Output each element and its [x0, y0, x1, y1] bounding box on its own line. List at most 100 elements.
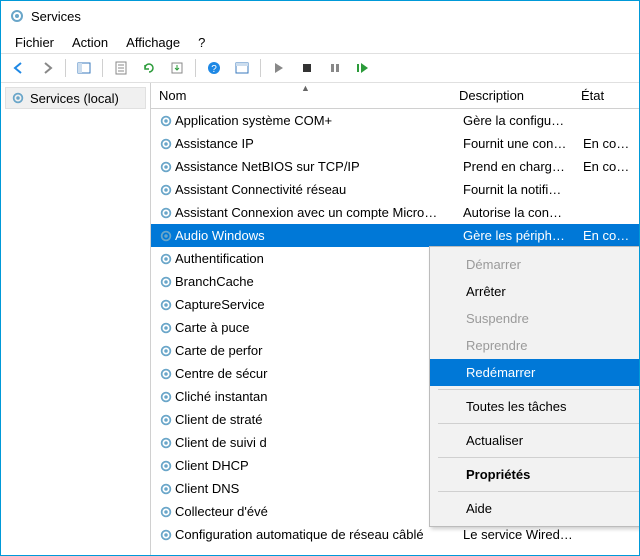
menu-item-all-tasks[interactable]: Toutes les tâches	[430, 393, 639, 420]
content-area: Services (local) ▲ Nom Description État …	[1, 83, 639, 555]
menu-file[interactable]: Fichier	[7, 33, 62, 52]
service-row[interactable]: Assistant Connectivité réseauFournit la …	[151, 178, 639, 201]
service-name: Client de suivi d	[175, 435, 463, 450]
show-hide-tree-button[interactable]	[72, 57, 96, 79]
service-icon	[157, 206, 175, 220]
service-name: Assistant Connexion avec un compte Micro…	[175, 205, 463, 220]
sidebar-item-services-local[interactable]: Services (local)	[5, 87, 146, 109]
menu-separator	[438, 423, 639, 424]
service-description: Prend en charg…	[463, 159, 583, 174]
service-description: Fournit une con…	[463, 136, 583, 151]
service-name: BranchCache	[175, 274, 463, 289]
restart-button[interactable]	[351, 57, 375, 79]
service-name: Carte à puce	[175, 320, 463, 335]
service-row[interactable]: Assistance NetBIOS sur TCP/IPPrend en ch…	[151, 155, 639, 178]
back-button[interactable]	[7, 57, 31, 79]
service-icon	[157, 298, 175, 312]
service-icon	[157, 252, 175, 266]
column-header-state[interactable]: État	[573, 84, 639, 107]
service-icon	[157, 505, 175, 519]
service-name: Centre de sécur	[175, 366, 463, 381]
service-icon	[157, 321, 175, 335]
service-name: Application système COM+	[175, 113, 463, 128]
service-icon	[157, 114, 175, 128]
menu-help[interactable]: ?	[190, 33, 213, 52]
service-row[interactable]: Application système COM+Gère la configu…	[151, 109, 639, 132]
toolbar-separator	[195, 59, 196, 77]
menu-item-pause[interactable]: Suspendre	[430, 305, 639, 332]
service-name: Client DHCP	[175, 458, 463, 473]
menu-item-refresh[interactable]: Actualiser	[430, 427, 639, 454]
service-icon	[157, 275, 175, 289]
service-name: Collecteur d'évé	[175, 504, 463, 519]
menu-item-resume[interactable]: Reprendre	[430, 332, 639, 359]
service-row[interactable]: Assistance IPFournit une con…En co…	[151, 132, 639, 155]
service-row[interactable]: Audio WindowsGère les périph…En co…	[151, 224, 639, 247]
service-row[interactable]: Assistant Connexion avec un compte Micro…	[151, 201, 639, 224]
toolbar-separator	[65, 59, 66, 77]
service-name: Audio Windows	[175, 228, 463, 243]
service-icon	[157, 229, 175, 243]
service-icon	[157, 183, 175, 197]
help-button[interactable]: ?	[202, 57, 226, 79]
toolbar-separator	[260, 59, 261, 77]
toolbar: ?	[1, 53, 639, 83]
service-name: CaptureService	[175, 297, 463, 312]
sidebar-item-label: Services (local)	[30, 91, 119, 106]
service-state: En co…	[583, 159, 639, 174]
sort-indicator-icon: ▲	[301, 83, 310, 93]
service-state: En co…	[583, 136, 639, 151]
service-icon	[157, 528, 175, 542]
service-name: Configuration automatique de réseau câbl…	[175, 527, 463, 542]
sidebar: Services (local)	[1, 83, 151, 555]
column-headers: ▲ Nom Description État	[151, 83, 639, 109]
stop-button[interactable]	[295, 57, 319, 79]
window-title: Services	[31, 9, 81, 24]
main-panel: ▲ Nom Description État Application systè…	[151, 83, 639, 555]
menu-separator	[438, 491, 639, 492]
service-description: Fournit la notifi…	[463, 182, 583, 197]
service-name: Cliché instantan	[175, 389, 463, 404]
service-state: En co…	[583, 228, 639, 243]
service-name: Assistance IP	[175, 136, 463, 151]
service-name: Assistant Connectivité réseau	[175, 182, 463, 197]
service-icon	[157, 160, 175, 174]
context-menu: Démarrer Arrêter Suspendre Reprendre Red…	[429, 246, 639, 527]
service-icon	[157, 459, 175, 473]
toolbar-separator	[102, 59, 103, 77]
services-icon	[9, 8, 25, 24]
menu-action[interactable]: Action	[64, 33, 116, 52]
forward-button[interactable]	[35, 57, 59, 79]
service-icon	[157, 344, 175, 358]
service-description: Gère les périph…	[463, 228, 583, 243]
menu-item-start[interactable]: Démarrer	[430, 251, 639, 278]
service-name: Authentification	[175, 251, 463, 266]
service-icon	[157, 436, 175, 450]
play-button[interactable]	[267, 57, 291, 79]
menu-item-stop[interactable]: Arrêter	[430, 278, 639, 305]
menubar: Fichier Action Affichage ?	[1, 31, 639, 53]
services-icon	[10, 90, 26, 106]
properties-button[interactable]	[109, 57, 133, 79]
titlebar: Services	[1, 1, 639, 31]
export-button[interactable]	[165, 57, 189, 79]
refresh-button[interactable]	[137, 57, 161, 79]
service-description: Le service Wired…	[463, 527, 583, 542]
service-name: Assistance NetBIOS sur TCP/IP	[175, 159, 463, 174]
service-icon	[157, 413, 175, 427]
column-header-description[interactable]: Description	[451, 84, 573, 107]
service-description: Gère la configu…	[463, 113, 583, 128]
menu-item-properties[interactable]: Propriétés	[430, 461, 639, 488]
menu-separator	[438, 389, 639, 390]
service-icon	[157, 367, 175, 381]
menu-view[interactable]: Affichage	[118, 33, 188, 52]
pause-button[interactable]	[323, 57, 347, 79]
menu-separator	[438, 457, 639, 458]
service-name: Client DNS	[175, 481, 463, 496]
item-help-button[interactable]	[230, 57, 254, 79]
menu-item-help[interactable]: Aide	[430, 495, 639, 522]
service-name: Carte de perfor	[175, 343, 463, 358]
service-description: Autorise la con…	[463, 205, 583, 220]
menu-item-restart[interactable]: Redémarrer	[430, 359, 639, 386]
svg-text:?: ?	[211, 64, 217, 75]
